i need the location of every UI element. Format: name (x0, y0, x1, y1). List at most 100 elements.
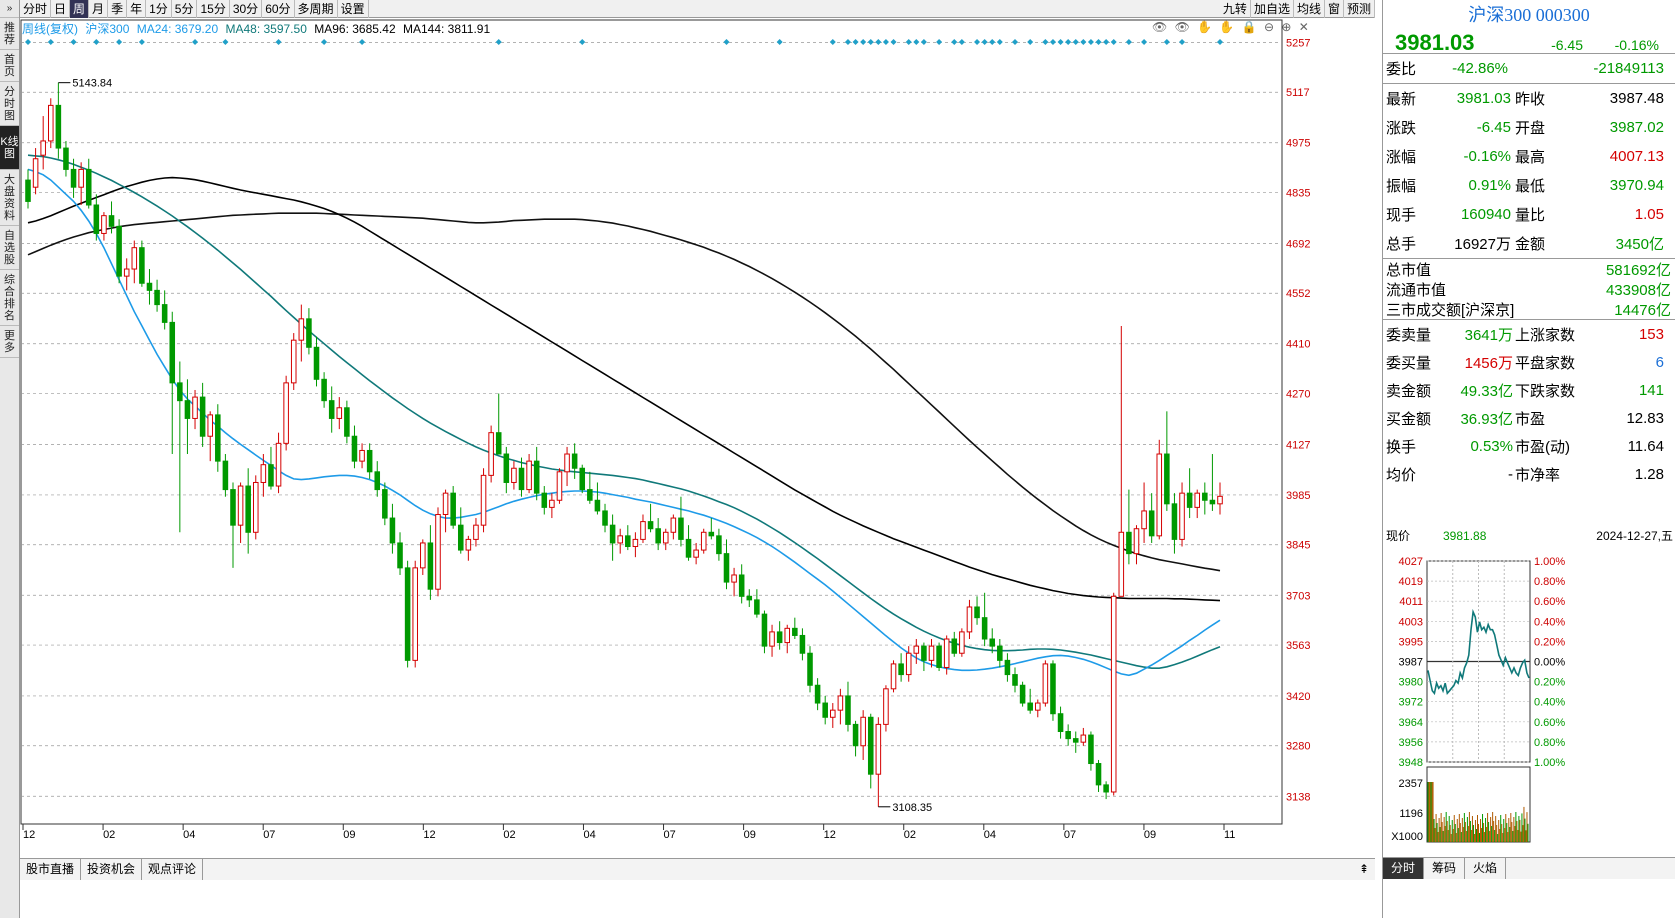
mini-pct-tick: 0.60% (1534, 596, 1565, 608)
quote-cell: 3641万 (1464, 326, 1513, 344)
period-tab-2[interactable]: 周 (70, 0, 90, 18)
period-tab-10[interactable]: 60分 (262, 0, 295, 18)
period-tab-8[interactable]: 15分 (197, 0, 230, 18)
period-tab-1[interactable]: 日 (51, 0, 71, 18)
nav-item-3[interactable]: K线图 (0, 126, 19, 170)
right-tab-0[interactable]: 分时 (1383, 858, 1425, 879)
candle-body (579, 467, 586, 491)
period-tab-6[interactable]: 1分 (146, 0, 172, 18)
nav-item-7[interactable]: 更多 (0, 326, 19, 358)
quote-row: 最新 3981.03 昨收 3987.48 (1383, 84, 1675, 113)
mv-value: 433908亿 (1605, 281, 1671, 299)
mini-y-tick: 3995 (1399, 636, 1423, 648)
signal-diamond (913, 39, 920, 45)
nav-expand-icon[interactable]: » (0, 0, 19, 18)
toolbar-right-4[interactable]: 预测 (1344, 0, 1375, 18)
quote-cell: 委买量 (1386, 354, 1432, 372)
x-tick-label: 09 (1144, 829, 1156, 841)
candle-body (1118, 531, 1125, 597)
nav-item-5[interactable]: 自选股 (0, 226, 19, 270)
nav-item-0[interactable]: 推荐 (0, 18, 19, 50)
chart-control-icons[interactable]: 👁 👁 ✋ ✋ 🔒 ⊖ ⊕ ✕ (1152, 20, 1311, 34)
quote-cell: 36.93亿 (1460, 410, 1513, 428)
tab-comments[interactable]: 观点评论 (142, 859, 204, 880)
candle-body (981, 617, 988, 640)
quote-cell: 涨跌 (1386, 120, 1417, 137)
candle-body (465, 538, 472, 551)
candle-body (139, 247, 145, 284)
period-tab-11[interactable]: 多周期 (295, 0, 338, 18)
candle-body (1209, 499, 1216, 505)
toolbar-right-1[interactable]: 加自选 (1251, 0, 1294, 18)
candle-body (1171, 503, 1178, 540)
intraday-mini-chart[interactable]: 现价 3981.88 2024-12-27,五 4027 1.00% 4019 0.80% 4… (1383, 527, 1675, 857)
candle-body (116, 225, 122, 277)
period-tab-4[interactable]: 季 (108, 0, 128, 18)
toolbar-right-0[interactable]: 九转 (1220, 0, 1251, 18)
mini-y-tick: 4019 (1399, 576, 1423, 588)
signal-diamond (890, 39, 897, 45)
x-tick-label: 09 (343, 829, 355, 841)
period-tab-3[interactable]: 月 (89, 0, 109, 18)
mv-row: 流通市值 433908亿 (1383, 279, 1675, 299)
quote-cell: 涨幅 (1386, 149, 1417, 166)
period-tab-9[interactable]: 30分 (230, 0, 263, 18)
toolbar-right-2[interactable]: 均线 (1294, 0, 1325, 18)
candle-body (397, 542, 403, 569)
signal-diamond (1141, 39, 1148, 45)
period-tab-0[interactable]: 分时 (20, 0, 52, 18)
candle-body (328, 400, 335, 419)
y-tick-label: 3138 (1286, 791, 1310, 803)
candle-body (875, 723, 882, 775)
scroll-top-icon[interactable]: ⇞ (1353, 859, 1375, 880)
signal-diamond (359, 39, 366, 45)
y-tick-label: 5257 (1286, 37, 1310, 49)
nav-item-6[interactable]: 综合排名 (0, 270, 19, 326)
candle-body (564, 453, 570, 473)
quote-row: 买金额 36.93亿 市盈 12.83 (1383, 404, 1675, 432)
mini-y-tick: 3980 (1399, 677, 1423, 689)
candle-body (290, 339, 297, 384)
candle-body (313, 346, 320, 380)
tab-live[interactable]: 股市直播 (20, 859, 82, 880)
candle-body (1057, 713, 1064, 733)
tab-opportunity[interactable]: 投资机会 (81, 859, 143, 880)
ma24-line (27, 168, 1221, 677)
quote-cell: 3450亿 (1615, 236, 1664, 253)
candle-body (890, 663, 897, 690)
legend-title: 周线(复权) (22, 22, 78, 36)
quote-row: 现手 160940 量比 1.05 (1383, 200, 1675, 229)
mini-y-tick: 4011 (1399, 596, 1423, 608)
candle-body (480, 474, 487, 526)
signal-diamond (974, 39, 981, 45)
nav-item-2[interactable]: 分时图 (0, 82, 19, 126)
nav-item-4[interactable]: 大盘资料 (0, 170, 19, 226)
right-tab-1[interactable]: 筹码 (1424, 858, 1466, 879)
mini-y-tick: 3964 (1399, 717, 1423, 729)
toolbar-right-3[interactable]: 窗 (1325, 0, 1344, 18)
y-tick-label: 4270 (1286, 389, 1310, 401)
period-tab-12[interactable]: 设置 (338, 0, 369, 18)
mv-label: 流通市值 (1386, 281, 1447, 299)
kline-chart[interactable]: 5257 5117 4975 4835 4692 4552 4410 4270 4127 3985… (20, 18, 1375, 856)
nav-item-1[interactable]: 首页 (0, 50, 19, 82)
annotation-label: 5143.84 (72, 78, 112, 90)
quote-cell: 153 (1638, 325, 1664, 343)
candle-body (63, 147, 69, 170)
signal-diamond (1065, 39, 1072, 45)
right-tab-2[interactable]: 火焰 (1465, 858, 1507, 879)
candle-body (1133, 528, 1140, 555)
candle-body (913, 645, 920, 654)
quote-cell: 1456万 (1464, 354, 1513, 372)
quote-cell: 160940 (1460, 206, 1511, 223)
candle-body (473, 524, 479, 540)
period-tab-7[interactable]: 5分 (172, 0, 198, 18)
candle-body (1004, 659, 1011, 676)
signal-diamond (989, 39, 996, 45)
candle-body (1095, 763, 1102, 786)
quote-row: 涨幅 -0.16% 最高 4007.13 (1383, 142, 1675, 171)
candle-body (602, 510, 608, 526)
candle-body (1088, 734, 1094, 765)
quote-row: 振幅 0.91% 最低 3970.94 (1383, 171, 1675, 200)
period-tab-5[interactable]: 年 (127, 0, 147, 18)
